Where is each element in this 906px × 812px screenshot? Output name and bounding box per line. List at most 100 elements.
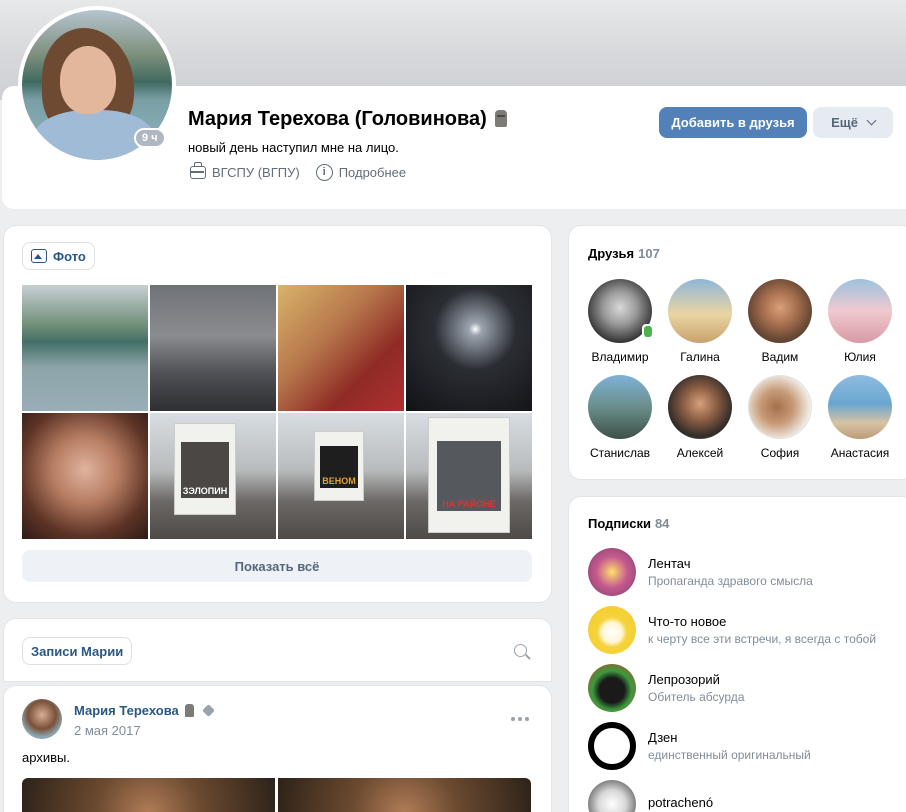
photos-card: Фото ЗЭЛОПИН ВЕНОМ НА РАЙОНЕ Показать вс… — [4, 226, 551, 602]
community-name: potrachenó — [648, 795, 714, 810]
subscription-item[interactable]: Лепрозорий Обитель абсурда — [588, 664, 745, 712]
post-author-name: Мария Терехова — [74, 703, 179, 718]
details-link[interactable]: i Подробнее — [315, 164, 407, 181]
education-link[interactable]: ВГСПУ (ВГПУ) — [190, 162, 300, 180]
info-icon: i — [315, 164, 333, 181]
photo-thumbnail[interactable]: ЗЭЛОПИН — [150, 413, 276, 539]
subscription-item[interactable]: Лентач Пропаганда здравого смысла — [588, 548, 813, 596]
tab-wall-posts-label: Записи Марии — [31, 643, 124, 659]
community-name: Лепрозорий — [648, 672, 720, 687]
friend-name: Вадим — [761, 350, 799, 364]
friend-name: Станислав — [589, 446, 651, 460]
subscriptions-count: 84 — [654, 516, 670, 531]
friend-name: Юлия — [844, 350, 876, 364]
friend-avatar — [828, 375, 892, 439]
mobile-online-icon — [642, 324, 654, 339]
poster-title: НА РАЙОНЕ — [442, 499, 496, 510]
subscriptions-title[interactable]: Подписки 84 — [588, 516, 669, 531]
friend-name: София — [760, 446, 800, 460]
friend-avatar — [588, 279, 654, 343]
briefcase-icon — [190, 162, 206, 179]
friend-item[interactable]: Алексей — [660, 375, 740, 460]
friends-count: 107 — [638, 246, 660, 261]
friend-item[interactable]: Владимир — [580, 279, 660, 364]
last-seen-badge: 9 ч — [134, 128, 166, 148]
friend-avatar — [748, 279, 812, 343]
photo-thumbnail[interactable]: НА РАЙОНЕ — [406, 413, 532, 539]
post-author-avatar[interactable] — [22, 699, 62, 739]
photo-thumbnail[interactable] — [278, 285, 404, 411]
community-avatar — [588, 780, 636, 812]
movie-poster: НА РАЙОНЕ — [428, 417, 510, 533]
photo-thumbnail[interactable] — [406, 285, 532, 411]
friend-item[interactable]: Анастасия — [820, 375, 900, 460]
friend-avatar — [668, 375, 732, 439]
moai-emoji-icon — [494, 110, 507, 127]
friends-title-label: Друзья — [588, 246, 635, 261]
profile-name-text: Мария Терехова (Головинова) — [188, 108, 487, 130]
post-image[interactable] — [22, 778, 275, 812]
photo-thumbnail[interactable] — [22, 285, 148, 411]
pin-icon — [201, 704, 215, 717]
friend-avatar — [588, 375, 652, 439]
photo-grid: ЗЭЛОПИН ВЕНОМ НА РАЙОНЕ — [22, 285, 532, 539]
moai-emoji-icon — [184, 704, 194, 717]
friend-name: Анастасия — [830, 446, 890, 460]
add-friend-button[interactable]: Добавить в друзья — [659, 107, 807, 138]
community-name: Лентач — [648, 556, 691, 571]
profile-meta: ВГСПУ (ВГПУ) i Подробнее — [190, 162, 414, 181]
friends-title[interactable]: Друзья 107 — [588, 246, 660, 261]
community-description: Пропаганда здравого смысла — [648, 574, 813, 588]
tab-photos-label: Фото — [53, 248, 86, 264]
post-date[interactable]: 2 мая 2017 — [74, 723, 141, 738]
post-menu-icon[interactable] — [511, 717, 529, 721]
community-description: единственный оригинальный — [648, 748, 811, 762]
show-all-photos-button[interactable]: Показать всё — [22, 550, 532, 582]
post-image[interactable] — [278, 778, 531, 812]
chevron-down-icon — [866, 115, 877, 126]
more-button[interactable]: Ещё — [813, 107, 893, 138]
poster-title: ВЕНОМ — [322, 476, 356, 487]
profile-status[interactable]: новый день наступил мне на лицо. — [188, 140, 399, 155]
post-text: архивы. — [22, 750, 70, 765]
community-description: к черту все эти встречи, я всегда с тобо… — [648, 632, 877, 646]
friend-name: Галина — [680, 350, 720, 364]
community-name: Что-то новое — [648, 614, 727, 629]
friend-name: Владимир — [591, 350, 649, 364]
subscription-item[interactable]: Дзен единственный оригинальный — [588, 722, 811, 770]
friend-avatar — [828, 279, 892, 343]
movie-poster: ВЕНОМ — [314, 431, 364, 501]
poster-title: ЗЭЛОПИН — [182, 486, 228, 496]
friend-item[interactable]: Юлия — [820, 279, 900, 364]
community-avatar — [588, 548, 636, 596]
friend-item[interactable]: Вадим — [740, 279, 820, 364]
details-label: Подробнее — [338, 165, 407, 180]
community-avatar — [588, 606, 636, 654]
photo-thumbnail[interactable] — [150, 285, 276, 411]
photo-thumbnail[interactable]: ВЕНОМ — [278, 413, 404, 539]
community-avatar — [588, 664, 636, 712]
more-button-label: Ещё — [831, 115, 858, 130]
photo-icon — [31, 249, 47, 263]
tab-photos[interactable]: Фото — [22, 242, 95, 270]
post-author[interactable]: Мария Терехова — [74, 703, 215, 718]
community-description: Обитель абсурда — [648, 690, 745, 704]
subscription-item[interactable]: Что-то новое к черту все эти встречи, я … — [588, 606, 876, 654]
movie-poster: ЗЭЛОПИН — [174, 423, 236, 515]
subscriptions-title-label: Подписки — [588, 516, 651, 531]
friend-avatar — [668, 279, 732, 343]
community-avatar — [588, 722, 636, 770]
tab-wall-posts[interactable]: Записи Марии — [22, 637, 133, 665]
education-label: ВГСПУ (ВГПУ) — [212, 165, 300, 180]
subscription-item[interactable]: potrachenó — [588, 780, 713, 812]
search-icon[interactable] — [514, 644, 527, 657]
friend-avatar — [748, 375, 812, 439]
friend-item[interactable]: Станислав — [580, 375, 660, 460]
friend-item[interactable]: Галина — [660, 279, 740, 364]
friend-item[interactable]: София — [740, 375, 820, 460]
community-name: Дзен — [648, 730, 678, 745]
profile-name: Мария Терехова (Головинова) — [188, 108, 507, 131]
friend-name: Алексей — [676, 446, 724, 460]
photo-thumbnail[interactable] — [22, 413, 148, 539]
wall-header-card: Записи Марии — [4, 619, 551, 681]
